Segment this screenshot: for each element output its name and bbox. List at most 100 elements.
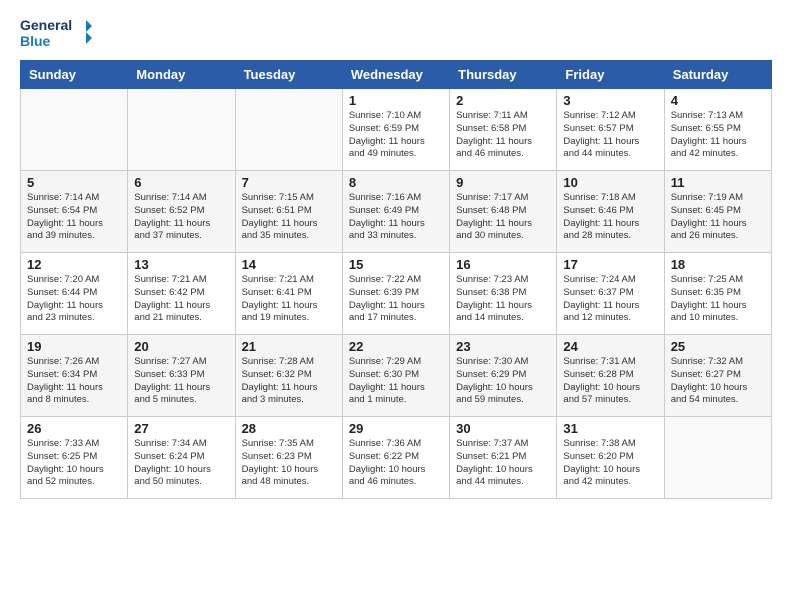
- day-info: Sunrise: 7:20 AM Sunset: 6:44 PM Dayligh…: [27, 274, 121, 325]
- weekday-friday: Friday: [557, 61, 664, 89]
- day-number: 20: [134, 339, 228, 354]
- day-info: Sunrise: 7:14 AM Sunset: 6:54 PM Dayligh…: [27, 192, 121, 243]
- day-number: 23: [456, 339, 550, 354]
- day-number: 18: [671, 257, 765, 272]
- day-number: 17: [563, 257, 657, 272]
- day-info: Sunrise: 7:26 AM Sunset: 6:34 PM Dayligh…: [27, 356, 121, 407]
- day-number: 11: [671, 175, 765, 190]
- calendar-cell: 2 Sunrise: 7:11 AM Sunset: 6:58 PM Daylig…: [450, 89, 557, 171]
- calendar-week-3: 12 Sunrise: 7:20 AM Sunset: 6:44 PM Dayli…: [21, 253, 772, 335]
- weekday-header-row: SundayMondayTuesdayWednesdayThursdayFrid…: [21, 61, 772, 89]
- calendar-cell: 5 Sunrise: 7:14 AM Sunset: 6:54 PM Daylig…: [21, 171, 128, 253]
- day-info: Sunrise: 7:36 AM Sunset: 6:22 PM Dayligh…: [349, 438, 443, 489]
- day-number: 13: [134, 257, 228, 272]
- calendar-week-4: 19 Sunrise: 7:26 AM Sunset: 6:34 PM Dayli…: [21, 335, 772, 417]
- day-info: Sunrise: 7:11 AM Sunset: 6:58 PM Dayligh…: [456, 110, 550, 161]
- weekday-saturday: Saturday: [664, 61, 771, 89]
- calendar-body: 1Sunrise: 7:10 AM Sunset: 6:59 PM Daylig…: [21, 89, 772, 499]
- day-number: 7: [242, 175, 336, 190]
- weekday-monday: Monday: [128, 61, 235, 89]
- weekday-thursday: Thursday: [450, 61, 557, 89]
- day-number: 16: [456, 257, 550, 272]
- svg-text:General: General: [20, 17, 72, 33]
- day-info: Sunrise: 7:12 AM Sunset: 6:57 PM Dayligh…: [563, 110, 657, 161]
- calendar-cell: 19 Sunrise: 7:26 AM Sunset: 6:34 PM Dayli…: [21, 335, 128, 417]
- day-info: Sunrise: 7:33 AM Sunset: 6:25 PM Dayligh…: [27, 438, 121, 489]
- day-number: 5: [27, 175, 121, 190]
- calendar-cell: 24 Sunrise: 7:31 AM Sunset: 6:28 PM Dayli…: [557, 335, 664, 417]
- calendar-cell: 22 Sunrise: 7:29 AM Sunset: 6:30 PM Dayli…: [342, 335, 449, 417]
- calendar-week-5: 26 Sunrise: 7:33 AM Sunset: 6:25 PM Dayli…: [21, 417, 772, 499]
- calendar-week-2: 5 Sunrise: 7:14 AM Sunset: 6:54 PM Daylig…: [21, 171, 772, 253]
- day-info: Sunrise: 7:35 AM Sunset: 6:23 PM Dayligh…: [242, 438, 336, 489]
- day-info: Sunrise: 7:34 AM Sunset: 6:24 PM Dayligh…: [134, 438, 228, 489]
- day-info: Sunrise: 7:16 AM Sunset: 6:49 PM Dayligh…: [349, 192, 443, 243]
- calendar-cell: 8 Sunrise: 7:16 AM Sunset: 6:49 PM Daylig…: [342, 171, 449, 253]
- day-info: Sunrise: 7:19 AM Sunset: 6:45 PM Dayligh…: [671, 192, 765, 243]
- day-number: 10: [563, 175, 657, 190]
- day-info: Sunrise: 7:22 AM Sunset: 6:39 PM Dayligh…: [349, 274, 443, 325]
- svg-text:Blue: Blue: [20, 33, 51, 49]
- day-info: Sunrise: 7:21 AM Sunset: 6:42 PM Dayligh…: [134, 274, 228, 325]
- calendar-cell: 9Sunrise: 7:17 AM Sunset: 6:48 PM Daylig…: [450, 171, 557, 253]
- calendar-cell: 6 Sunrise: 7:14 AM Sunset: 6:52 PM Daylig…: [128, 171, 235, 253]
- calendar-table: SundayMondayTuesdayWednesdayThursdayFrid…: [20, 60, 772, 499]
- day-info: Sunrise: 7:32 AM Sunset: 6:27 PM Dayligh…: [671, 356, 765, 407]
- calendar-cell: 28 Sunrise: 7:35 AM Sunset: 6:23 PM Dayli…: [235, 417, 342, 499]
- calendar-cell: 10Sunrise: 7:18 AM Sunset: 6:46 PM Dayli…: [557, 171, 664, 253]
- logo: General Blue: [20, 16, 92, 52]
- day-info: Sunrise: 7:14 AM Sunset: 6:52 PM Dayligh…: [134, 192, 228, 243]
- calendar-cell: 16Sunrise: 7:23 AM Sunset: 6:38 PM Dayli…: [450, 253, 557, 335]
- day-info: Sunrise: 7:37 AM Sunset: 6:21 PM Dayligh…: [456, 438, 550, 489]
- calendar-cell: 23 Sunrise: 7:30 AM Sunset: 6:29 PM Dayli…: [450, 335, 557, 417]
- day-number: 3: [563, 93, 657, 108]
- calendar-cell: 14 Sunrise: 7:21 AM Sunset: 6:41 PM Dayli…: [235, 253, 342, 335]
- day-info: Sunrise: 7:30 AM Sunset: 6:29 PM Dayligh…: [456, 356, 550, 407]
- day-info: Sunrise: 7:38 AM Sunset: 6:20 PM Dayligh…: [563, 438, 657, 489]
- day-number: 27: [134, 421, 228, 436]
- weekday-wednesday: Wednesday: [342, 61, 449, 89]
- calendar-week-1: 1Sunrise: 7:10 AM Sunset: 6:59 PM Daylig…: [21, 89, 772, 171]
- calendar-cell: 30Sunrise: 7:37 AM Sunset: 6:21 PM Dayli…: [450, 417, 557, 499]
- page-header: General Blue: [20, 16, 772, 52]
- day-number: 29: [349, 421, 443, 436]
- calendar-cell: 27 Sunrise: 7:34 AM Sunset: 6:24 PM Dayli…: [128, 417, 235, 499]
- calendar-cell: 31 Sunrise: 7:38 AM Sunset: 6:20 PM Dayli…: [557, 417, 664, 499]
- day-info: Sunrise: 7:25 AM Sunset: 6:35 PM Dayligh…: [671, 274, 765, 325]
- day-number: 2: [456, 93, 550, 108]
- calendar-cell: 20Sunrise: 7:27 AM Sunset: 6:33 PM Dayli…: [128, 335, 235, 417]
- day-number: 12: [27, 257, 121, 272]
- calendar-cell: 18 Sunrise: 7:25 AM Sunset: 6:35 PM Dayli…: [664, 253, 771, 335]
- day-number: 22: [349, 339, 443, 354]
- calendar-cell: 25Sunrise: 7:32 AM Sunset: 6:27 PM Dayli…: [664, 335, 771, 417]
- day-info: Sunrise: 7:29 AM Sunset: 6:30 PM Dayligh…: [349, 356, 443, 407]
- day-number: 24: [563, 339, 657, 354]
- day-number: 15: [349, 257, 443, 272]
- day-number: 14: [242, 257, 336, 272]
- calendar-cell: 13 Sunrise: 7:21 AM Sunset: 6:42 PM Dayli…: [128, 253, 235, 335]
- calendar-cell: 29 Sunrise: 7:36 AM Sunset: 6:22 PM Dayli…: [342, 417, 449, 499]
- day-number: 28: [242, 421, 336, 436]
- day-info: Sunrise: 7:13 AM Sunset: 6:55 PM Dayligh…: [671, 110, 765, 161]
- calendar-cell: 3 Sunrise: 7:12 AM Sunset: 6:57 PM Daylig…: [557, 89, 664, 171]
- day-info: Sunrise: 7:21 AM Sunset: 6:41 PM Dayligh…: [242, 274, 336, 325]
- day-number: 4: [671, 93, 765, 108]
- calendar-cell: 11 Sunrise: 7:19 AM Sunset: 6:45 PM Dayli…: [664, 171, 771, 253]
- calendar-cell: 7Sunrise: 7:15 AM Sunset: 6:51 PM Daylig…: [235, 171, 342, 253]
- day-number: 21: [242, 339, 336, 354]
- day-number: 8: [349, 175, 443, 190]
- day-info: Sunrise: 7:24 AM Sunset: 6:37 PM Dayligh…: [563, 274, 657, 325]
- day-number: 19: [27, 339, 121, 354]
- weekday-sunday: Sunday: [21, 61, 128, 89]
- day-number: 31: [563, 421, 657, 436]
- calendar-cell: 15 Sunrise: 7:22 AM Sunset: 6:39 PM Dayli…: [342, 253, 449, 335]
- day-info: Sunrise: 7:31 AM Sunset: 6:28 PM Dayligh…: [563, 356, 657, 407]
- calendar-cell: [128, 89, 235, 171]
- calendar-cell: [664, 417, 771, 499]
- calendar-cell: 21Sunrise: 7:28 AM Sunset: 6:32 PM Dayli…: [235, 335, 342, 417]
- day-info: Sunrise: 7:10 AM Sunset: 6:59 PM Dayligh…: [349, 110, 443, 161]
- calendar-cell: 26 Sunrise: 7:33 AM Sunset: 6:25 PM Dayli…: [21, 417, 128, 499]
- logo-svg: General Blue: [20, 16, 92, 52]
- day-number: 6: [134, 175, 228, 190]
- day-number: 26: [27, 421, 121, 436]
